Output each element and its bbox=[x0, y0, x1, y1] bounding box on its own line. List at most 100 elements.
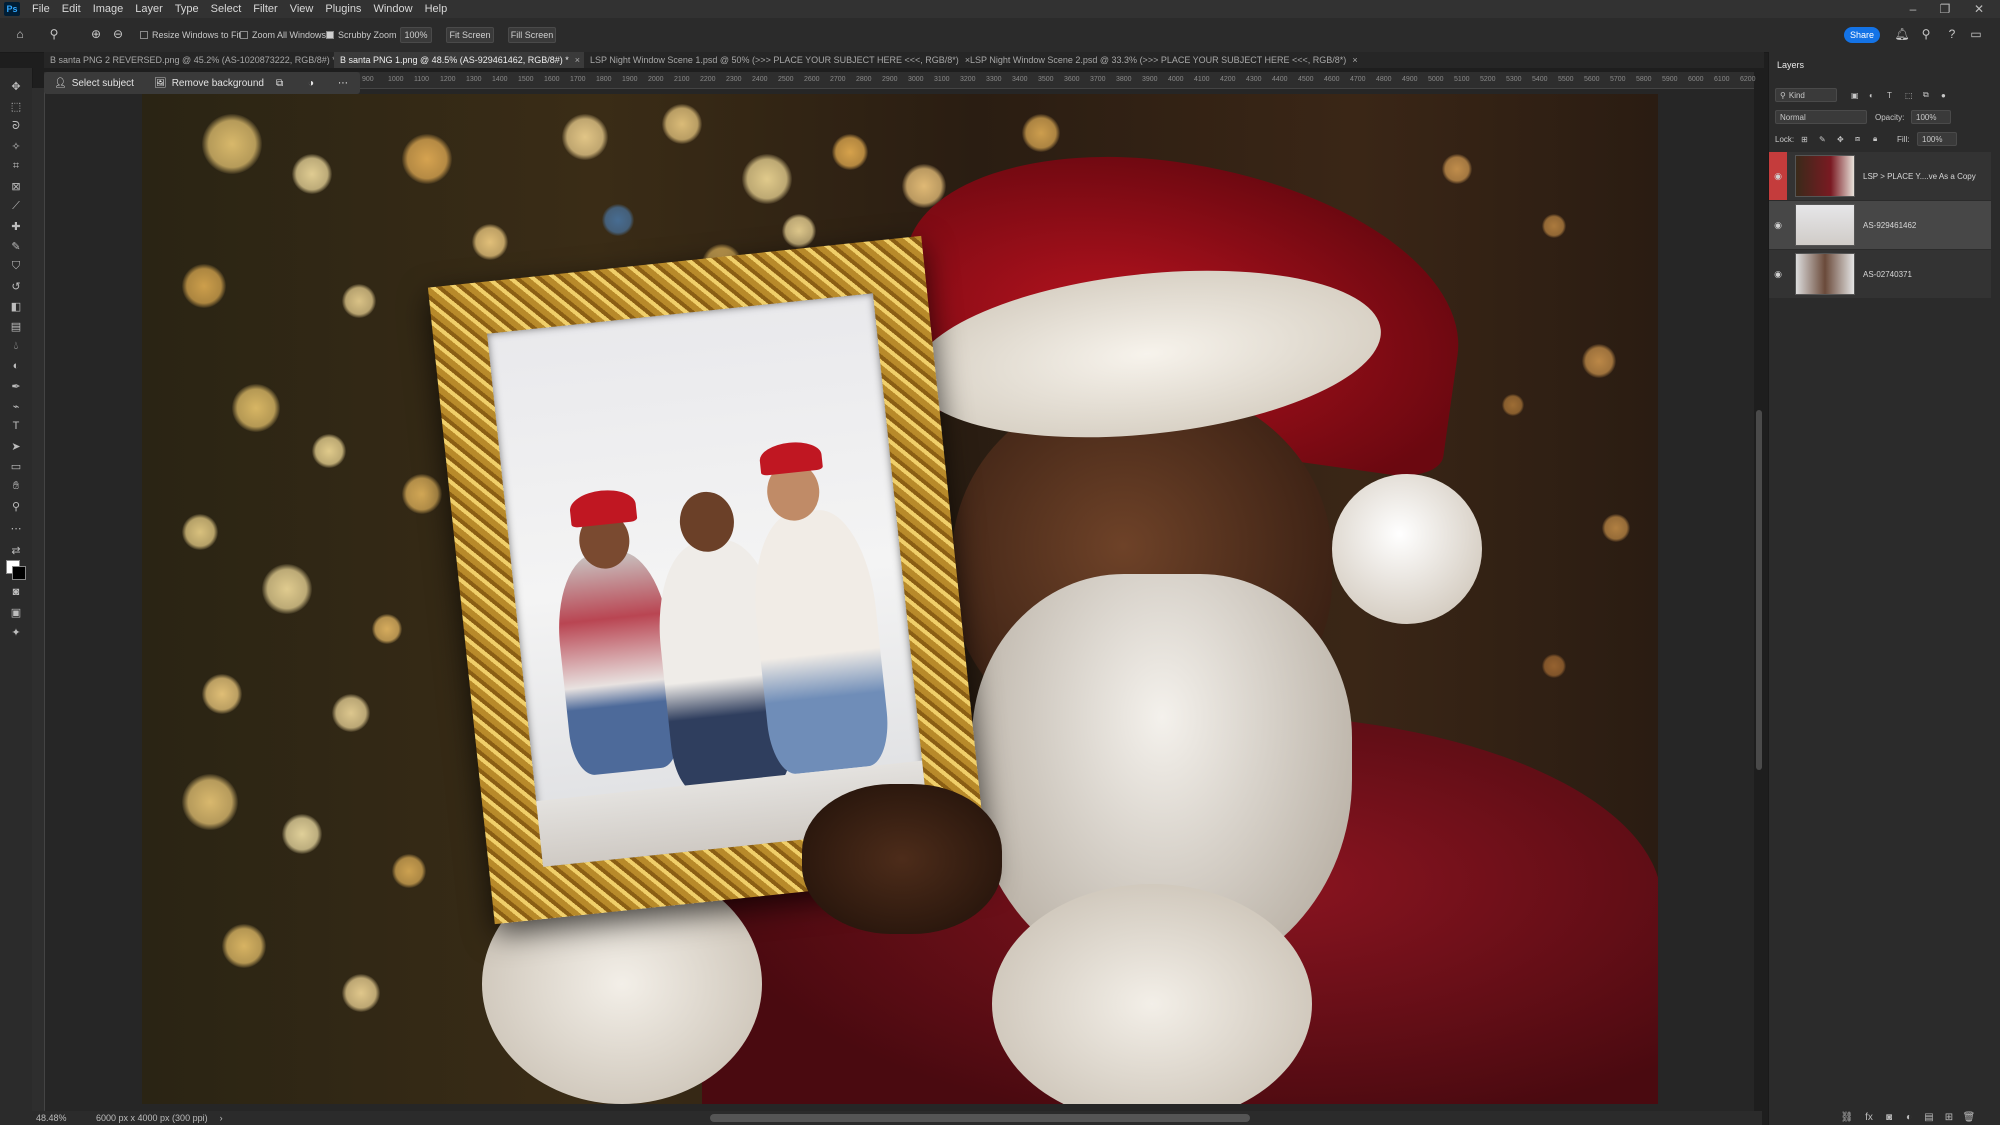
tab-santa-png-1[interactable]: B santa PNG 1.png @ 48.5% (AS-929461462,… bbox=[334, 52, 584, 68]
background-color-swatch[interactable] bbox=[12, 566, 26, 580]
layer-row[interactable]: ◉ LSP > PLACE Y....ve As a Copy bbox=[1769, 152, 1991, 200]
filter-smart-object-icon[interactable]: ⧉ bbox=[1923, 88, 1929, 102]
mask-icon[interactable]: ◑ bbox=[308, 72, 314, 94]
gradient-tool-icon[interactable]: ▤ bbox=[6, 318, 26, 334]
kind-filter-select[interactable]: ⚲ Kind bbox=[1775, 88, 1837, 102]
lock-pixels-icon[interactable]: ⊞ bbox=[1801, 132, 1808, 146]
remove-background-button[interactable]: 🖼︎ Remove background bbox=[154, 72, 264, 94]
brush-tool-icon[interactable]: ✎ bbox=[6, 238, 26, 254]
more-options-icon[interactable]: ⋯ bbox=[338, 72, 348, 94]
eyedropper-icon[interactable]: ⟋ bbox=[6, 198, 26, 214]
history-brush-icon[interactable]: ↺ bbox=[6, 278, 26, 294]
eye-icon[interactable]: ◉ bbox=[1769, 269, 1787, 280]
zoom-out-icon[interactable]: ⊖ bbox=[110, 26, 126, 42]
pen-alt-icon[interactable]: ⌁ bbox=[6, 398, 26, 414]
select-options-icon[interactable]: ⧉ bbox=[276, 72, 283, 94]
menu-plugins[interactable]: Plugins bbox=[319, 3, 367, 15]
zoom-100-button[interactable]: 100% bbox=[400, 27, 432, 43]
quick-mask-icon[interactable]: ◙ bbox=[6, 584, 26, 600]
hand-tool-icon[interactable]: ✋︎ bbox=[6, 478, 26, 494]
blur-tool-icon[interactable]: 💧︎ bbox=[6, 338, 26, 354]
menu-view[interactable]: View bbox=[284, 3, 320, 15]
zoom-level[interactable]: 48.48% bbox=[36, 1113, 86, 1123]
layer-row-selected[interactable]: ◉ AS-929461462 bbox=[1769, 201, 1991, 249]
lasso-tool-icon[interactable]: ᘐ bbox=[6, 118, 26, 134]
search-icon[interactable]: ⚲ bbox=[1918, 26, 1934, 42]
document-info[interactable]: 6000 px x 4000 px (300 ppi) bbox=[96, 1113, 208, 1123]
lock-position-icon[interactable]: ✥ bbox=[1837, 132, 1844, 146]
zoom-tool-icon[interactable]: ⚲ bbox=[6, 498, 26, 514]
close-icon[interactable]: ✕ bbox=[1964, 0, 1994, 18]
delete-layer-icon[interactable]: 🗑︎ bbox=[1962, 1110, 1976, 1124]
generative-icon[interactable]: ✦ bbox=[6, 624, 26, 640]
adjustment-layer-icon[interactable]: ◐ bbox=[1902, 1110, 1916, 1124]
filter-shape-icon[interactable]: ⬚ bbox=[1905, 88, 1913, 102]
eye-icon[interactable]: ◉ bbox=[1769, 152, 1787, 200]
zoom-in-icon[interactable]: ⊕ bbox=[88, 26, 104, 42]
fill-field[interactable]: 100% bbox=[1917, 132, 1957, 146]
zoom-all-checkbox[interactable]: Zoom All Windows bbox=[240, 26, 326, 44]
more-tools-icon[interactable]: ⋯ bbox=[6, 520, 26, 536]
filter-adjustment-icon[interactable]: ◐ bbox=[1869, 88, 1874, 102]
share-button[interactable]: Share bbox=[1844, 27, 1880, 43]
magic-wand-icon[interactable]: ✧ bbox=[6, 138, 26, 154]
screen-mode-icon[interactable]: ▣ bbox=[6, 604, 26, 620]
pen-tool-icon[interactable]: ✒ bbox=[6, 378, 26, 394]
close-tab-icon[interactable]: × bbox=[1352, 55, 1357, 65]
new-layer-icon[interactable]: ⊞ bbox=[1942, 1110, 1956, 1124]
close-tab-icon[interactable]: × bbox=[575, 55, 580, 65]
menu-type[interactable]: Type bbox=[169, 3, 205, 15]
menu-file[interactable]: File bbox=[26, 3, 56, 15]
document-canvas[interactable] bbox=[142, 94, 1658, 1104]
eraser-tool-icon[interactable]: ◧ bbox=[6, 298, 26, 314]
help-icon[interactable]: ? bbox=[1944, 26, 1960, 42]
filter-toggle-icon[interactable]: ● bbox=[1941, 88, 1946, 102]
eye-icon[interactable]: ◉ bbox=[1769, 220, 1787, 231]
menu-edit[interactable]: Edit bbox=[56, 3, 87, 15]
tab-santa-png-2[interactable]: B santa PNG 2 REVERSED.png @ 45.2% (AS-1… bbox=[44, 52, 347, 68]
menu-select[interactable]: Select bbox=[205, 3, 248, 15]
menu-layer[interactable]: Layer bbox=[129, 3, 169, 15]
opacity-field[interactable]: 100% bbox=[1911, 110, 1951, 124]
new-group-icon[interactable]: ▤ bbox=[1922, 1110, 1936, 1124]
workspace-icon[interactable]: ▭ bbox=[1968, 26, 1984, 42]
tab-night-window-2[interactable]: LSP Night Window Scene 2.psd @ 33.3% (>>… bbox=[964, 52, 1358, 68]
fill-screen-button[interactable]: Fill Screen bbox=[508, 27, 556, 43]
path-selection-icon[interactable]: ➤ bbox=[6, 438, 26, 454]
stamp-tool-icon[interactable]: ⛉ bbox=[6, 258, 26, 274]
restore-icon[interactable]: ❐ bbox=[1930, 0, 1960, 18]
rectangle-tool-icon[interactable]: ▭ bbox=[6, 458, 26, 474]
filter-type-icon[interactable]: T bbox=[1887, 88, 1892, 102]
layer-style-icon[interactable]: fx bbox=[1862, 1110, 1876, 1124]
resize-windows-checkbox[interactable]: Resize Windows to Fit bbox=[140, 26, 241, 44]
tab-night-window-1[interactable]: LSP Night Window Scene 1.psd @ 50% (>>> … bbox=[584, 52, 970, 68]
menu-image[interactable]: Image bbox=[87, 3, 130, 15]
menu-help[interactable]: Help bbox=[419, 3, 454, 15]
home-icon[interactable]: ⌂ bbox=[12, 26, 28, 42]
type-tool-icon[interactable]: T bbox=[6, 418, 26, 434]
photoshop-logo-icon[interactable]: Ps bbox=[4, 2, 20, 16]
lock-paint-icon[interactable]: ✎ bbox=[1819, 132, 1826, 146]
bell-icon[interactable]: 🔔︎ bbox=[1894, 26, 1910, 42]
move-tool-icon[interactable]: ✥ bbox=[6, 78, 26, 94]
blend-mode-select[interactable]: Normal bbox=[1775, 110, 1867, 124]
menu-window[interactable]: Window bbox=[367, 3, 418, 15]
scrubby-zoom-checkbox[interactable]: Scrubby Zoom bbox=[326, 26, 397, 44]
crop-tool-icon[interactable]: ⌗ bbox=[6, 158, 26, 174]
zoom-tool-icon[interactable]: ⚲ bbox=[46, 26, 62, 42]
filter-pixel-icon[interactable]: ▣ bbox=[1851, 88, 1859, 102]
link-layers-icon[interactable]: ⛓ bbox=[1840, 1110, 1854, 1124]
add-mask-icon[interactable]: ◙ bbox=[1882, 1110, 1896, 1124]
lock-artboard-icon[interactable]: ⧈ bbox=[1855, 132, 1860, 146]
minimize-icon[interactable]: – bbox=[1898, 0, 1928, 18]
frame-tool-icon[interactable]: ⊠ bbox=[6, 178, 26, 194]
healing-brush-icon[interactable]: ✚ bbox=[6, 218, 26, 234]
swap-colors-icon[interactable]: ⇄ bbox=[6, 542, 26, 558]
status-arrow-icon[interactable]: › bbox=[220, 1113, 223, 1123]
fit-screen-button[interactable]: Fit Screen bbox=[446, 27, 494, 43]
vertical-scrollbar[interactable] bbox=[1756, 410, 1762, 770]
marquee-tool-icon[interactable]: ⬚ bbox=[6, 98, 26, 114]
dodge-tool-icon[interactable]: ◐ bbox=[6, 358, 26, 374]
select-subject-button[interactable]: 👤︎ Select subject bbox=[54, 72, 134, 94]
horizontal-scrollbar[interactable] bbox=[710, 1114, 1250, 1122]
